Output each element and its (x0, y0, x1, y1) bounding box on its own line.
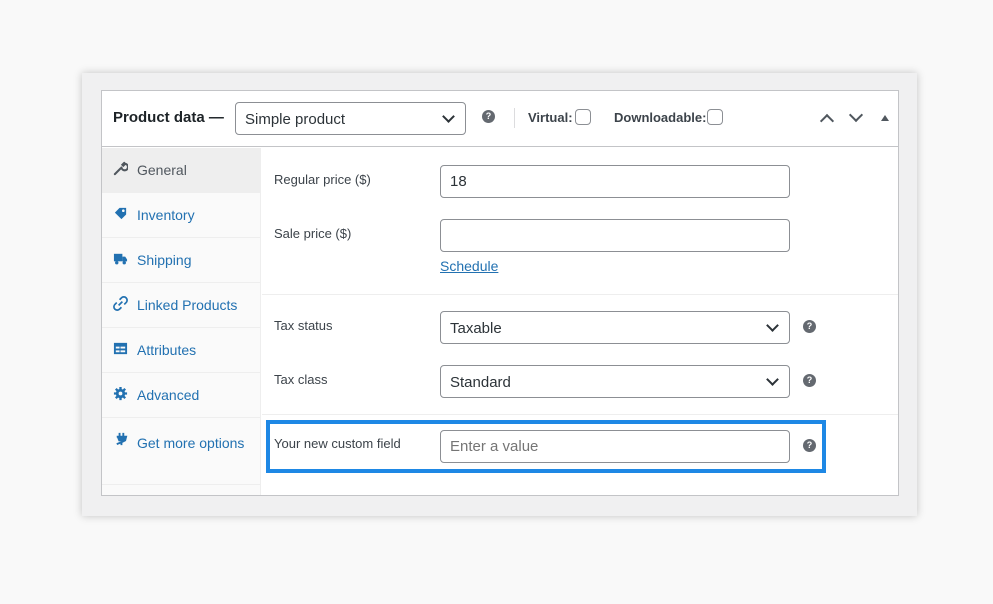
help-icon[interactable]: ? (803, 374, 816, 387)
help-icon[interactable]: ? (482, 110, 495, 123)
virtual-label: Virtual: (528, 110, 573, 125)
sale-price-input[interactable] (440, 219, 790, 252)
tax-class-select[interactable]: Standard (440, 365, 790, 398)
tab-attributes[interactable]: Attributes (102, 328, 261, 373)
tab-get-more-options[interactable]: Get more options (102, 418, 261, 485)
tab-label: Inventory (137, 207, 195, 223)
tax-class-value: Standard (450, 374, 511, 391)
gear-icon (113, 386, 128, 401)
header-divider (514, 108, 515, 128)
product-data-tabs: General Inventory Shipping Linked Produc… (102, 148, 261, 495)
tab-label: Linked Products (137, 297, 238, 313)
tax-group: Tax status Taxable ? Tax class Standard … (262, 295, 898, 415)
tax-status-label: Tax status (274, 318, 333, 333)
tax-status-select[interactable]: Taxable (440, 311, 790, 344)
product-type-value: Simple product (245, 111, 346, 128)
virtual-checkbox[interactable] (575, 109, 591, 125)
metabox-title: Product data — (113, 109, 224, 126)
help-icon[interactable]: ? (803, 320, 816, 333)
tab-shipping[interactable]: Shipping (102, 238, 261, 283)
tag-icon (114, 207, 127, 220)
move-down-icon[interactable] (848, 107, 864, 123)
schedule-link[interactable]: Schedule (440, 258, 498, 274)
pricing-group: Regular price ($) 18 Sale price ($) Sche… (262, 148, 898, 295)
general-panel: Regular price ($) 18 Sale price ($) Sche… (262, 148, 898, 495)
custom-field-highlight (266, 420, 826, 473)
page-frame: Product data — Simple product ? Virtual:… (82, 73, 917, 516)
tab-label: Attributes (137, 342, 197, 358)
downloadable-label: Downloadable: (614, 110, 707, 125)
tab-label: Get more options (137, 435, 245, 451)
tax-class-label: Tax class (274, 372, 328, 387)
sale-price-label: Sale price ($) (274, 226, 352, 241)
product-data-metabox: Product data — Simple product ? Virtual:… (101, 90, 899, 496)
chevron-down-icon (442, 110, 455, 123)
tab-advanced[interactable]: Advanced (102, 373, 261, 418)
chevron-down-icon (766, 319, 779, 332)
regular-price-label: Regular price ($) (274, 172, 371, 187)
move-up-icon[interactable] (819, 113, 835, 129)
product-type-select[interactable]: Simple product (235, 102, 466, 135)
metabox-header: Product data — Simple product ? Virtual:… (102, 91, 898, 147)
table-icon (113, 342, 128, 355)
downloadable-checkbox[interactable] (707, 109, 723, 125)
tab-general[interactable]: General (102, 148, 261, 193)
regular-price-input[interactable]: 18 (440, 165, 790, 198)
tax-status-value: Taxable (450, 320, 502, 337)
tab-label: Shipping (137, 252, 192, 268)
tab-label: General (137, 162, 187, 178)
tab-label: Advanced (137, 387, 200, 403)
truck-icon (113, 253, 128, 265)
tab-inventory[interactable]: Inventory (102, 193, 261, 238)
link-icon (113, 296, 128, 311)
wrench-icon (113, 161, 128, 176)
chevron-down-icon (766, 373, 779, 386)
tab-linked-products[interactable]: Linked Products (102, 283, 261, 328)
collapse-toggle-icon[interactable] (881, 115, 889, 121)
